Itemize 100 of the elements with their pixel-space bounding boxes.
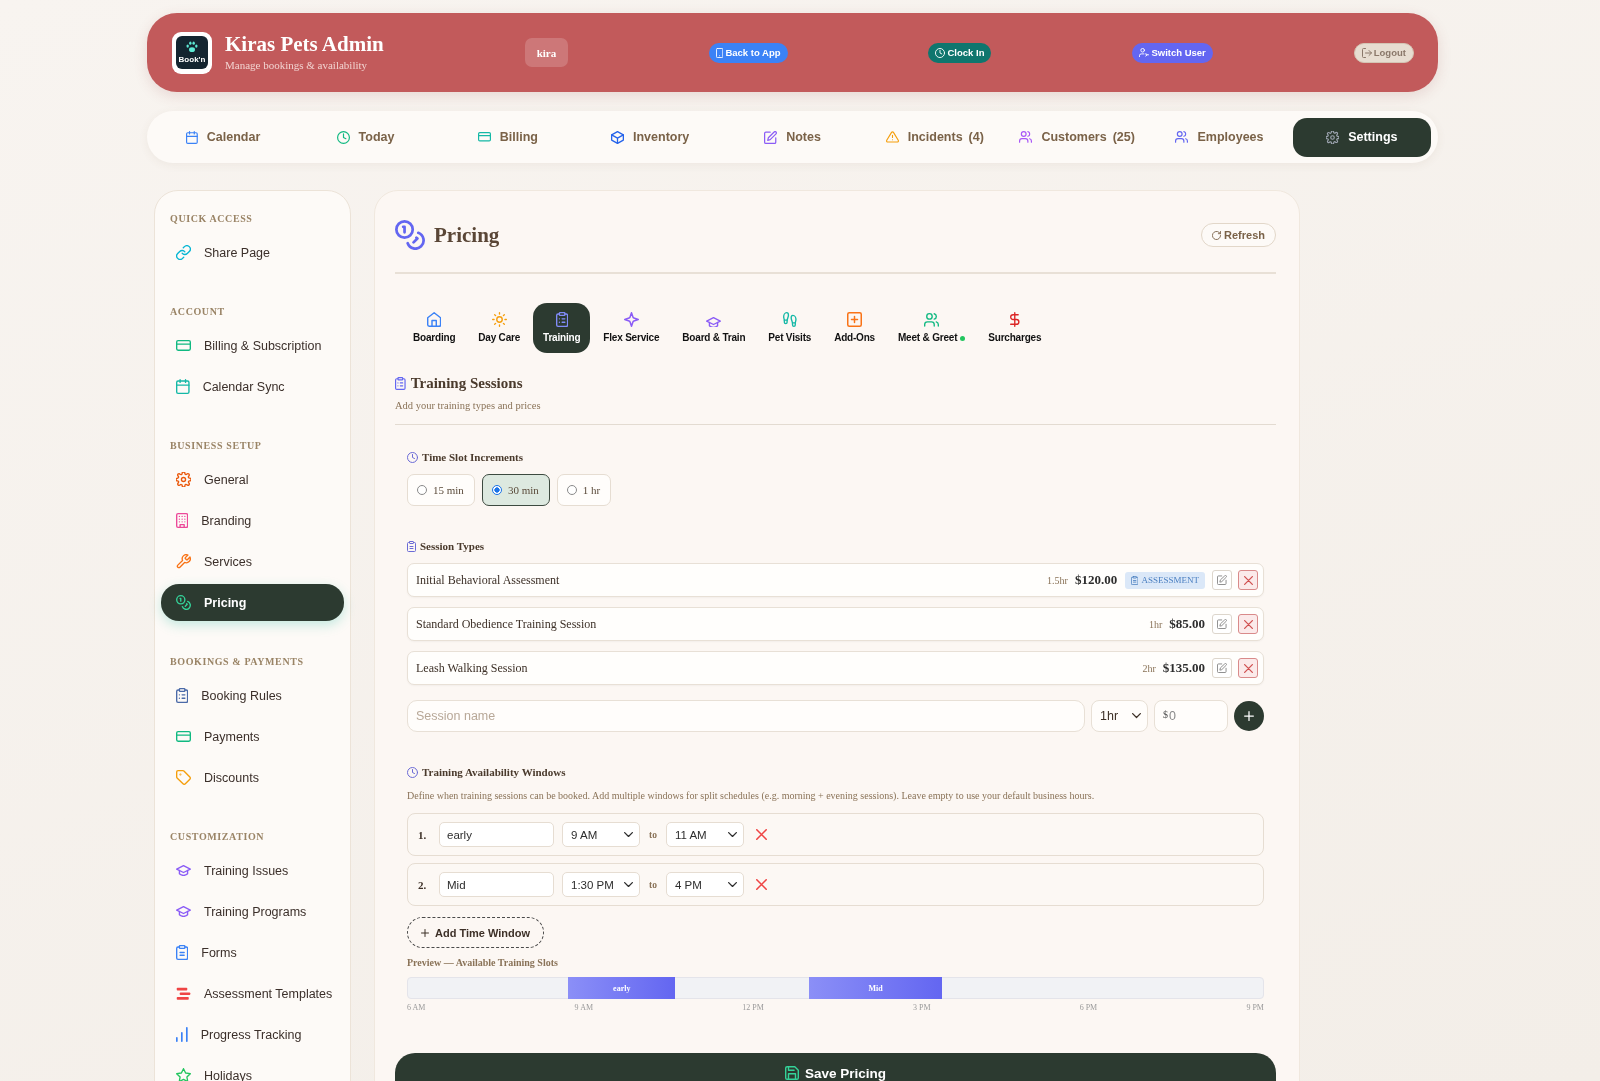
nav-tab[interactable]: Incidents (4) xyxy=(865,117,1004,157)
sidebar-item[interactable]: Billing & Subscription xyxy=(161,327,344,364)
clock-icon xyxy=(336,130,350,144)
coins-icon xyxy=(176,595,191,610)
window-name-input[interactable]: Mid xyxy=(439,872,554,897)
nav-tab[interactable]: Billing xyxy=(438,117,577,157)
header-button[interactable]: Clock In xyxy=(928,42,992,63)
service-tab[interactable]: Meet & Greet xyxy=(888,303,976,353)
service-tab[interactable]: Flex Service xyxy=(593,303,670,353)
sidebar-item[interactable]: Booking Rules xyxy=(161,677,344,714)
refresh-button[interactable]: Refresh xyxy=(1201,223,1276,247)
service-tab[interactable]: Surcharges xyxy=(978,303,1052,353)
increment-option[interactable]: 15 min xyxy=(407,474,475,506)
preview-label: Preview — Available Training Slots xyxy=(407,956,559,970)
sidebar-item[interactable]: Discounts xyxy=(161,759,344,796)
phone-icon xyxy=(716,47,724,58)
star-icon xyxy=(176,1068,191,1081)
nav-tab[interactable]: Inventory xyxy=(581,117,720,157)
time-tick-label: 9 PM xyxy=(1246,1003,1264,1013)
service-tab[interactable]: Boarding xyxy=(403,303,466,353)
building-icon xyxy=(176,513,189,528)
edit-button[interactable] xyxy=(1212,614,1232,634)
service-tab[interactable]: Add-Ons xyxy=(824,303,885,353)
save-pricing-button[interactable]: Save Pricing xyxy=(395,1053,1276,1081)
connector-label: to xyxy=(649,879,657,890)
nav-tab[interactable]: Customers (25) xyxy=(1008,117,1147,157)
sidebar-item[interactable]: Training Issues xyxy=(161,852,344,889)
sidebar-item[interactable]: Payments xyxy=(161,718,344,755)
nav-tab[interactable]: Employees xyxy=(1150,117,1289,157)
users-icon xyxy=(924,313,940,327)
session-price: $135.00 xyxy=(1162,660,1205,676)
time-tick-label: 3 PM xyxy=(912,1003,931,1013)
tag-icon xyxy=(176,770,191,785)
service-tab[interactable]: Board & Train xyxy=(672,303,756,353)
end-time-select[interactable]: 11 AM xyxy=(665,822,744,847)
settings-icon xyxy=(176,472,191,487)
end-time-select[interactable]: 4 PM xyxy=(665,872,744,897)
x-icon xyxy=(755,829,767,840)
nav-tab[interactable]: Notes xyxy=(723,117,862,157)
users-icon xyxy=(1175,131,1189,143)
sidebar-item[interactable]: Pricing xyxy=(161,584,344,621)
chevron-down-icon xyxy=(624,831,633,838)
plus-icon xyxy=(1244,711,1254,721)
radio-icon xyxy=(491,485,502,495)
sidebar-item[interactable]: Calendar Sync xyxy=(161,368,344,405)
edit-button[interactable] xyxy=(1212,658,1232,678)
remove-window-button[interactable] xyxy=(755,829,767,840)
house-icon xyxy=(427,312,442,327)
sidebar-item[interactable]: General xyxy=(161,461,344,498)
header-button[interactable]: Back to App xyxy=(709,42,788,63)
chevron-down-icon xyxy=(624,881,633,888)
field-label: Time Slot Increments xyxy=(422,451,524,463)
add-session-button[interactable] xyxy=(1234,701,1264,731)
remove-window-button[interactable] xyxy=(755,879,767,890)
increment-option[interactable]: 30 min xyxy=(481,474,550,506)
section-heading: QUICK ACCESS xyxy=(169,212,254,226)
x-icon xyxy=(755,879,767,890)
start-time-select[interactable]: 1:30 PM xyxy=(562,872,640,897)
time-tick-label: 9 AM xyxy=(574,1003,594,1013)
sparkle-icon xyxy=(623,312,639,327)
calendar-icon xyxy=(176,379,190,394)
delete-button[interactable] xyxy=(1238,658,1258,678)
service-tab[interactable]: Training xyxy=(533,303,591,353)
sidebar-item[interactable]: Share Page xyxy=(161,234,344,271)
x-icon xyxy=(1243,619,1253,629)
time-slot-block: Mid xyxy=(808,977,943,999)
service-tab[interactable]: Day Care xyxy=(468,303,531,353)
credit-card-icon xyxy=(176,340,191,351)
section-heading: BOOKINGS & PAYMENTS xyxy=(169,655,305,669)
sidebar-item[interactable]: Forms xyxy=(161,934,344,971)
session-duration: 1.5hr xyxy=(1047,574,1068,586)
sidebar-item[interactable]: Progress Tracking xyxy=(161,1016,344,1053)
increment-option[interactable]: 1 hr xyxy=(556,474,612,506)
nav-tab[interactable]: Calendar xyxy=(154,117,293,157)
session-duration: 1hr xyxy=(1148,618,1163,630)
sun-icon xyxy=(491,312,507,327)
start-time-select[interactable]: 9 AM xyxy=(562,822,640,847)
nav-tab[interactable]: Settings xyxy=(1292,117,1431,157)
sidebar-item[interactable]: Training Programs xyxy=(161,893,344,930)
coins-icon xyxy=(395,220,425,250)
clock-icon xyxy=(407,451,418,463)
graduation-cap-icon xyxy=(176,906,191,917)
section-title: Training Sessions xyxy=(410,375,523,392)
stacked-bars-icon xyxy=(176,986,191,1001)
credit-card-icon xyxy=(176,731,191,742)
session-name-input[interactable]: Session name xyxy=(407,700,1085,732)
price-field[interactable]: $0 xyxy=(1154,700,1228,732)
plus-square-icon xyxy=(847,312,863,327)
header-button[interactable]: Switch User xyxy=(1132,42,1213,63)
sidebar-item[interactable]: Assessment Templates xyxy=(161,975,344,1012)
duration-select[interactable]: 1hr xyxy=(1091,700,1148,732)
edit-button[interactable] xyxy=(1212,570,1232,590)
logo-text: Book'n xyxy=(178,55,206,64)
nav-tab[interactable]: Today xyxy=(296,117,435,157)
delete-button[interactable] xyxy=(1238,570,1258,590)
window-name-input[interactable]: early xyxy=(439,822,554,847)
delete-button[interactable] xyxy=(1238,614,1258,634)
service-tab[interactable]: Pet Visits xyxy=(758,303,822,353)
sidebar-item[interactable]: Branding xyxy=(161,502,344,539)
sidebar-item[interactable]: Services xyxy=(161,543,344,580)
